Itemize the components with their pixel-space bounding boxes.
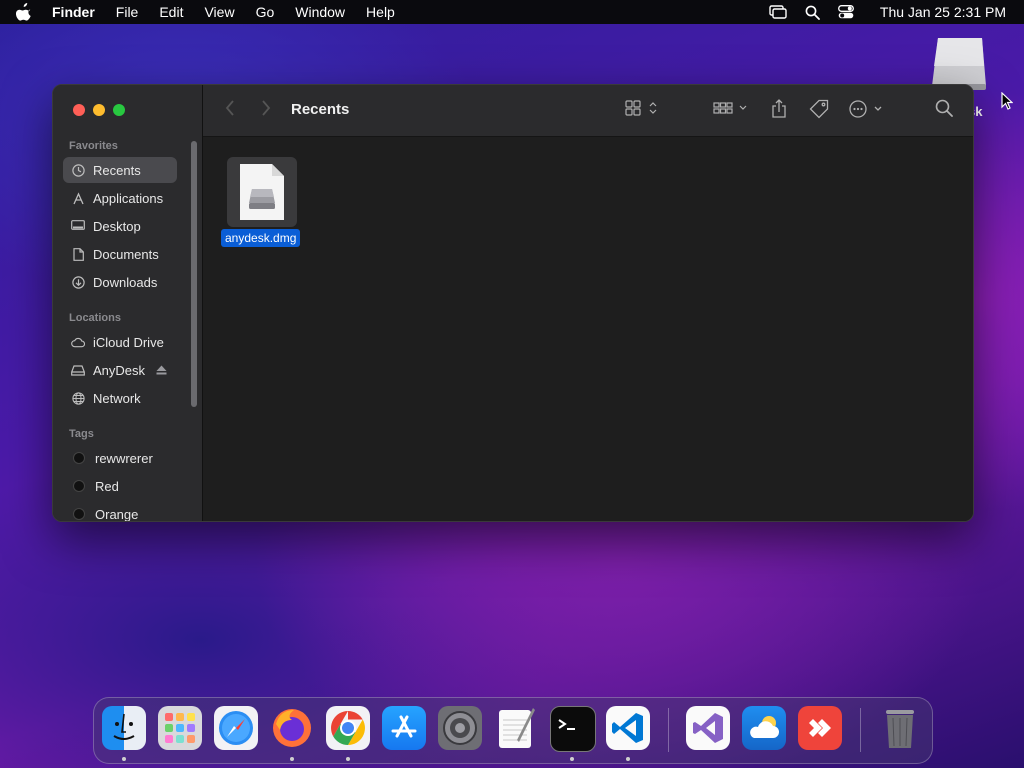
- back-button[interactable]: [225, 99, 235, 117]
- forward-button[interactable]: [261, 99, 271, 117]
- dock: [93, 697, 933, 764]
- menu-bar: Finder File Edit View Go Window Help Thu…: [0, 0, 1024, 24]
- screen-mirroring-icon[interactable]: [769, 5, 787, 19]
- menu-go[interactable]: Go: [256, 4, 275, 20]
- window-controls: [73, 104, 133, 116]
- desktop-icon: [71, 219, 85, 233]
- textedit-icon[interactable]: [494, 706, 538, 750]
- safari-icon[interactable]: [214, 706, 258, 750]
- vscode-icon[interactable]: [606, 706, 650, 750]
- group-by-button[interactable]: [713, 99, 751, 117]
- globe-icon: [71, 391, 85, 405]
- sidebar-item-desktop[interactable]: Desktop: [63, 213, 177, 239]
- menu-edit[interactable]: Edit: [159, 4, 183, 20]
- sidebar-item-label: Red: [95, 478, 119, 494]
- sidebar: Favorites Recents Applications Desktop D…: [53, 85, 203, 521]
- tag-dot-icon: [73, 508, 85, 520]
- sidebar-header-favorites: Favorites: [69, 140, 118, 152]
- dock-separator: [668, 708, 669, 752]
- weather-icon[interactable]: [742, 706, 786, 750]
- close-button[interactable]: [73, 104, 85, 116]
- control-center-icon[interactable]: [837, 5, 854, 19]
- menu-view[interactable]: View: [204, 4, 234, 20]
- sidebar-item-applications[interactable]: Applications: [63, 185, 177, 211]
- menu-file[interactable]: File: [116, 4, 139, 20]
- file-name-label[interactable]: anydesk.dmg: [221, 229, 301, 247]
- menu-clock[interactable]: Thu Jan 25 2:31 PM: [880, 4, 1006, 20]
- sidebar-item-recents[interactable]: Recents: [63, 157, 177, 183]
- search-icon[interactable]: [935, 99, 953, 117]
- tag-icon[interactable]: [809, 99, 829, 119]
- sidebar-scrollbar[interactable]: [191, 141, 197, 407]
- applications-icon: [71, 191, 85, 205]
- running-indicator: [122, 757, 126, 761]
- disk-image-icon[interactable]: [227, 157, 297, 227]
- dock-separator: [860, 708, 861, 752]
- spotlight-search-icon[interactable]: [805, 5, 820, 20]
- document-icon: [71, 247, 85, 261]
- menu-window[interactable]: Window: [295, 4, 345, 20]
- mouse-cursor-icon: [1001, 91, 1014, 115]
- menu-app-name[interactable]: Finder: [52, 4, 95, 20]
- sidebar-header-locations: Locations: [69, 312, 121, 324]
- eject-icon[interactable]: [156, 363, 167, 378]
- share-icon[interactable]: [771, 99, 787, 119]
- app-store-icon[interactable]: [382, 706, 426, 750]
- sidebar-item-label: Documents: [93, 246, 159, 262]
- sidebar-item-label: AnyDesk: [93, 362, 146, 378]
- visual-studio-icon[interactable]: [686, 706, 730, 750]
- tag-dot-icon: [73, 480, 85, 492]
- cloud-icon: [71, 335, 85, 349]
- sidebar-tag-rewwrerer[interactable]: rewwrerer: [63, 445, 177, 471]
- sidebar-item-label: Recents: [93, 162, 141, 178]
- running-indicator: [346, 757, 350, 761]
- sidebar-item-label: Downloads: [93, 274, 158, 290]
- drive-icon: [71, 363, 85, 377]
- launchpad-icon[interactable]: [158, 706, 202, 750]
- sidebar-item-downloads[interactable]: Downloads: [63, 269, 177, 295]
- terminal-icon[interactable]: [550, 706, 596, 752]
- sidebar-item-label: Applications: [93, 190, 164, 206]
- sidebar-item-documents[interactable]: Documents: [63, 241, 177, 267]
- system-settings-icon[interactable]: [438, 706, 482, 750]
- sidebar-item-label: iCloud Drive: [93, 334, 164, 350]
- finder-icon[interactable]: [102, 706, 146, 750]
- sidebar-header-tags: Tags: [69, 428, 94, 440]
- minimize-button[interactable]: [93, 104, 105, 116]
- clock-icon: [71, 163, 85, 177]
- view-icons-button[interactable]: [625, 99, 661, 117]
- trash-icon[interactable]: [878, 706, 922, 750]
- sidebar-item-label: Network: [93, 390, 141, 406]
- running-indicator: [570, 757, 574, 761]
- firefox-icon[interactable]: [270, 706, 314, 750]
- sidebar-item-label: rewwrerer: [95, 450, 153, 466]
- download-icon: [71, 275, 85, 289]
- toolbar: Recents: [203, 85, 973, 137]
- sidebar-item-anydesk[interactable]: AnyDesk: [63, 357, 177, 383]
- sidebar-item-label: Orange: [95, 506, 139, 522]
- running-indicator: [626, 757, 630, 761]
- window-title: Recents: [291, 101, 350, 118]
- running-indicator: [290, 757, 294, 761]
- more-actions-button[interactable]: [849, 99, 885, 119]
- chrome-icon[interactable]: [326, 706, 370, 750]
- sidebar-tag-red[interactable]: Red: [63, 473, 177, 499]
- sidebar-item-icloud-drive[interactable]: iCloud Drive: [63, 329, 177, 355]
- file-browser-area[interactable]: anydesk.dmg: [203, 137, 973, 521]
- sidebar-item-network[interactable]: Network: [63, 385, 177, 411]
- menu-help[interactable]: Help: [366, 4, 395, 20]
- sidebar-tag-orange[interactable]: Orange: [63, 501, 177, 522]
- apple-menu-icon[interactable]: [16, 3, 38, 21]
- anydesk-icon[interactable]: [798, 706, 842, 750]
- sidebar-item-label: Desktop: [93, 218, 141, 234]
- tag-dot-icon: [73, 452, 85, 464]
- finder-window: Favorites Recents Applications Desktop D…: [52, 84, 974, 522]
- zoom-button[interactable]: [113, 104, 125, 116]
